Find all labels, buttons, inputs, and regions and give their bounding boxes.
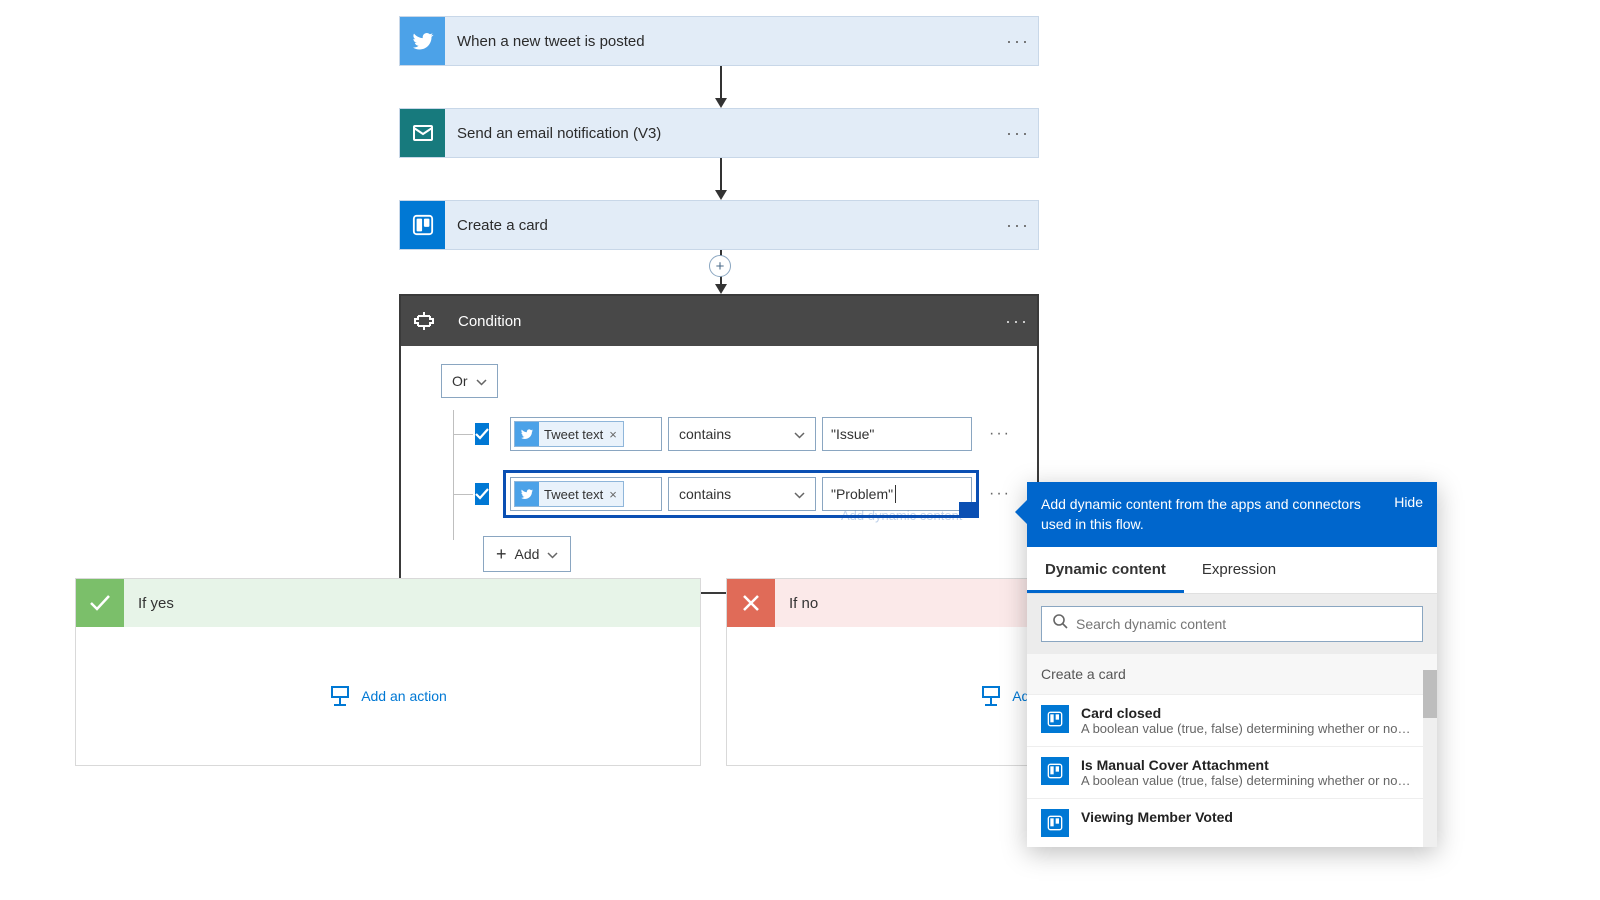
twitter-icon: [515, 482, 539, 506]
row-checkbox[interactable]: [475, 423, 489, 445]
text-cursor: [895, 485, 896, 503]
condition-card: Condition ··· Or: [399, 294, 1039, 594]
dynamic-content-panel: Add dynamic content from the apps and co…: [1027, 482, 1437, 847]
plus-icon: +: [496, 544, 507, 565]
value-input[interactable]: "Problem": [822, 477, 972, 511]
branch-header[interactable]: If yes: [76, 579, 700, 627]
step-title: When a new tweet is posted: [445, 33, 998, 50]
dc-item-title: Card closed: [1081, 705, 1411, 721]
action-step-trello[interactable]: Create a card ···: [399, 200, 1039, 250]
mail-icon: [400, 109, 445, 157]
step-menu-button[interactable]: ···: [998, 123, 1038, 144]
panel-description: Add dynamic content from the apps and co…: [1041, 494, 1384, 535]
check-icon: [76, 579, 124, 627]
add-action-icon: [980, 685, 1002, 707]
dc-item[interactable]: Is Manual Cover Attachment A boolean val…: [1027, 746, 1437, 798]
action-step-email[interactable]: Send an email notification (V3) ···: [399, 108, 1039, 158]
step-menu-button[interactable]: ···: [998, 215, 1038, 236]
lhs-field[interactable]: Tweet text ×: [510, 477, 662, 511]
value-input[interactable]: [822, 417, 972, 451]
condition-header[interactable]: Condition ···: [401, 296, 1037, 346]
row-menu-button[interactable]: ···: [989, 425, 1011, 443]
dc-item[interactable]: Card closed A boolean value (true, false…: [1027, 694, 1437, 746]
arrow-down-icon: [714, 66, 728, 113]
token-remove-button[interactable]: ×: [609, 427, 617, 442]
step-title: Send an email notification (V3): [445, 125, 998, 142]
search-input-wrap: [1041, 606, 1423, 642]
hide-panel-button[interactable]: Hide: [1384, 494, 1423, 510]
trello-icon: [400, 201, 445, 249]
token-tweet-text[interactable]: Tweet text ×: [514, 481, 624, 507]
operator-select[interactable]: contains: [668, 477, 816, 511]
step-title: Create a card: [445, 217, 998, 234]
branch-yes: If yes Add an action: [75, 578, 701, 766]
scrollbar-thumb[interactable]: [1423, 670, 1437, 718]
close-icon: [727, 579, 775, 627]
token-tweet-text[interactable]: Tweet text ×: [514, 421, 624, 447]
trello-icon: [1041, 757, 1069, 785]
condition-row: Tweet text × contains ···: [453, 410, 1002, 458]
chevron-down-icon: [476, 373, 487, 389]
token-remove-button[interactable]: ×: [609, 487, 617, 502]
row-checkbox[interactable]: [475, 483, 489, 505]
dc-item[interactable]: Viewing Member Voted: [1027, 798, 1437, 847]
add-action-button[interactable]: Add an action: [329, 685, 447, 707]
add-action-icon: [329, 685, 351, 707]
add-dynamic-content-link[interactable]: Add dynamic content: [841, 508, 962, 523]
chevron-down-icon: [794, 486, 805, 502]
twitter-icon: [400, 17, 445, 65]
tab-dynamic-content[interactable]: Dynamic content: [1027, 547, 1184, 593]
chevron-down-icon: [794, 426, 805, 442]
search-input[interactable]: [1076, 616, 1412, 632]
tab-expression[interactable]: Expression: [1184, 547, 1294, 593]
trello-icon: [1041, 705, 1069, 733]
popover-arrow: [1015, 500, 1027, 524]
dc-item-desc: A boolean value (true, false) determinin…: [1081, 721, 1411, 736]
twitter-icon: [515, 422, 539, 446]
step-menu-button[interactable]: ···: [998, 31, 1038, 52]
group-operator-select[interactable]: Or: [441, 364, 498, 398]
chevron-down-icon: [547, 546, 558, 562]
dc-item-desc: A boolean value (true, false) determinin…: [1081, 773, 1411, 788]
condition-title: Condition: [446, 313, 997, 330]
condition-icon: [401, 297, 446, 345]
add-action-label: Add an action: [361, 688, 447, 704]
dc-item-title: Is Manual Cover Attachment: [1081, 757, 1411, 773]
value-text: "Problem": [831, 486, 893, 502]
add-row-button[interactable]: + Add: [483, 536, 571, 572]
condition-menu-button[interactable]: ···: [997, 311, 1037, 332]
insert-step-button[interactable]: +: [709, 255, 731, 277]
operator-label: contains: [679, 426, 731, 442]
trigger-step[interactable]: When a new tweet is posted ···: [399, 16, 1039, 66]
branch-title: If yes: [124, 595, 174, 612]
search-icon: [1052, 613, 1068, 634]
dc-item-title: Viewing Member Voted: [1081, 809, 1233, 825]
operator-select[interactable]: contains: [668, 417, 816, 451]
group-heading: Create a card: [1027, 654, 1437, 694]
group-operator-label: Or: [452, 373, 468, 389]
trello-icon: [1041, 809, 1069, 837]
branch-title: If no: [775, 595, 818, 612]
lhs-field[interactable]: Tweet text ×: [510, 417, 662, 451]
row-menu-button[interactable]: ···: [989, 485, 1011, 503]
operator-label: contains: [679, 486, 731, 502]
token-label: Tweet text: [544, 487, 603, 502]
add-label: Add: [515, 546, 540, 562]
token-label: Tweet text: [544, 427, 603, 442]
arrow-down-icon: [714, 158, 728, 205]
